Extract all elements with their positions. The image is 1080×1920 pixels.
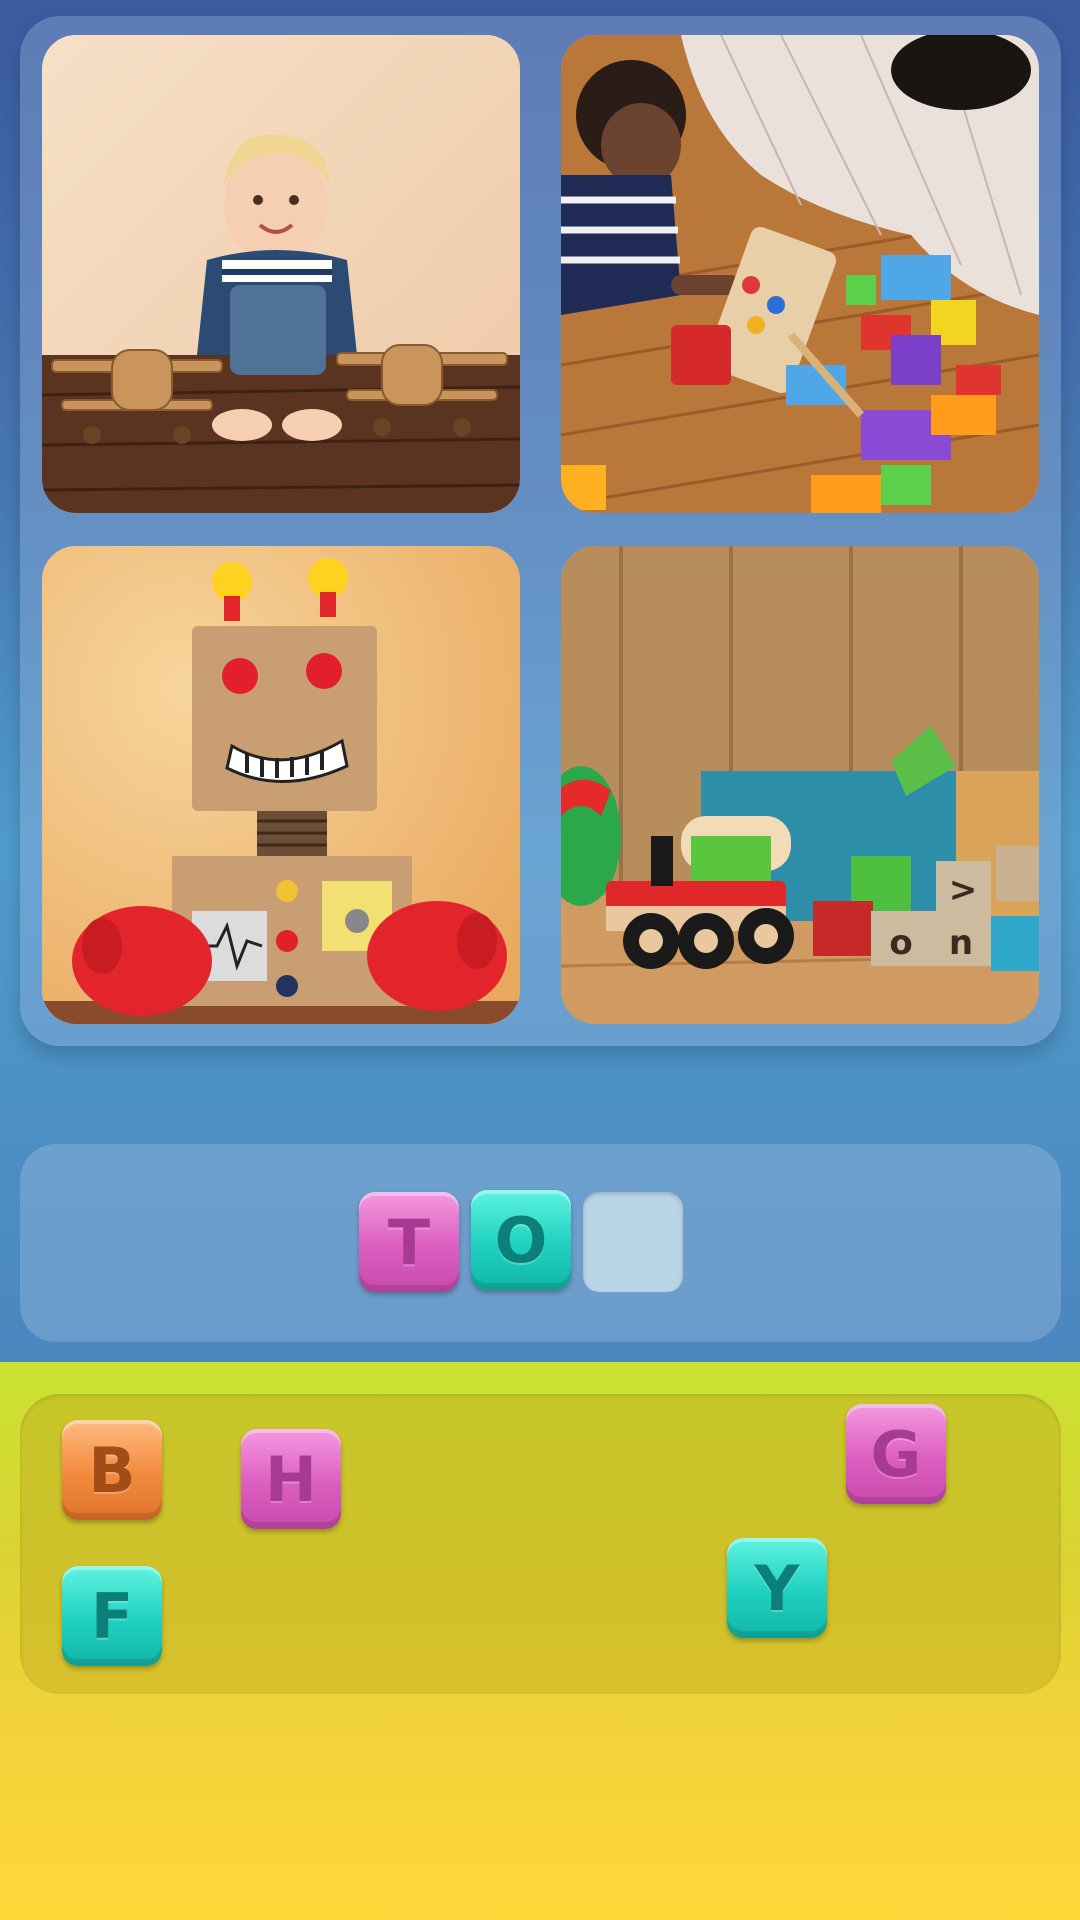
photo-grid-panel: > o n: [20, 16, 1061, 1046]
svg-text:o: o: [889, 923, 912, 963]
svg-text:n: n: [949, 923, 973, 963]
answer-slot-2[interactable]: O: [471, 1190, 571, 1290]
letter-tile-h-label: H: [265, 1442, 317, 1516]
letter-bank-panel: B H G Y F: [20, 1394, 1061, 1694]
answer-panel: T O: [20, 1144, 1061, 1342]
photo-child-with-building-blocks[interactable]: [561, 35, 1039, 513]
letter-tile-f-label: F: [90, 1579, 134, 1653]
answer-slot-3-empty[interactable]: [583, 1192, 683, 1292]
answer-slot-1-letter: T: [387, 1205, 431, 1279]
photo-baby-with-wooden-planes[interactable]: [42, 35, 520, 513]
letter-tile-y-label: Y: [754, 1551, 800, 1625]
letter-tile-b-label: B: [88, 1433, 136, 1507]
answer-slot-1[interactable]: T: [359, 1192, 459, 1292]
svg-text:>: >: [949, 870, 978, 910]
letter-tile-g[interactable]: G: [846, 1404, 946, 1504]
letter-tile-f[interactable]: F: [62, 1566, 162, 1666]
answer-slot-2-letter: O: [494, 1203, 548, 1277]
photo-toy-train-and-blocks[interactable]: > o n: [561, 546, 1039, 1024]
letter-tile-h[interactable]: H: [241, 1429, 341, 1529]
letter-tile-g-label: G: [870, 1417, 922, 1491]
letter-tile-b[interactable]: B: [62, 1420, 162, 1520]
letter-tile-y[interactable]: Y: [727, 1538, 827, 1638]
photo-cardboard-robot[interactable]: [42, 546, 520, 1024]
